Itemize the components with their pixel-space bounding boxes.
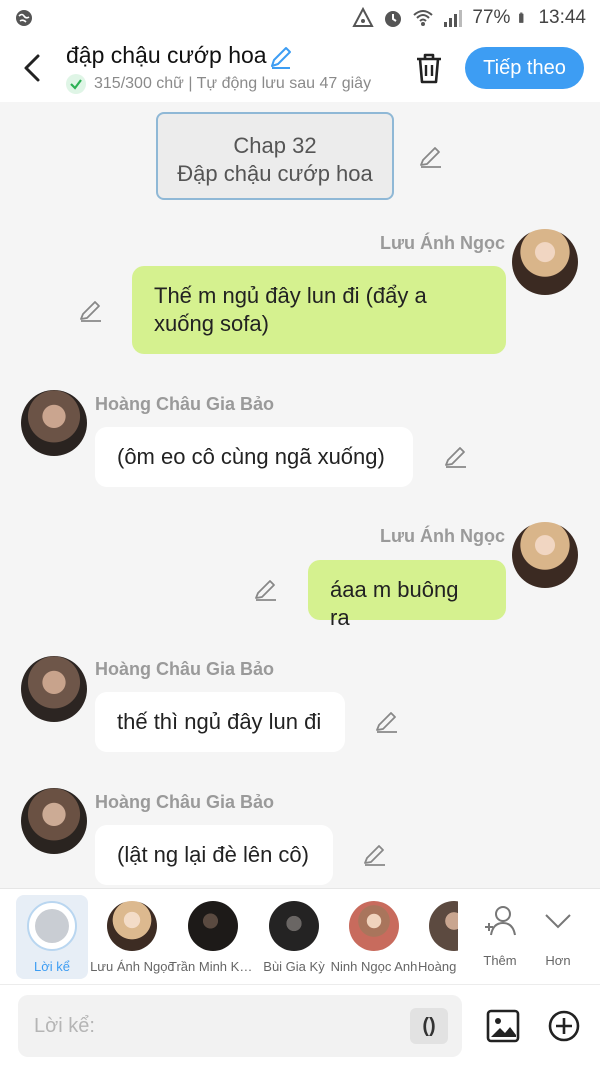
- edit-message-icon[interactable]: [78, 298, 104, 324]
- message-bubble[interactable]: (ôm eo cô cùng ngã xuống): [95, 427, 413, 487]
- character-item[interactable]: Lưu Ánh Ngọc: [90, 895, 174, 979]
- avatar: [429, 901, 458, 951]
- battery-percent: 77%: [472, 7, 511, 28]
- globe-icon: [16, 10, 32, 26]
- character-label: Hoàng Châu Gia Bảo: [418, 959, 458, 974]
- character-label: Ninh Ngọc Anh: [330, 959, 418, 974]
- character-label: Lưu Ánh Ngọc: [90, 959, 174, 974]
- character-item[interactable]: Trần Minh Khang: [169, 895, 257, 979]
- editor-header: đập chậu cướp hoa 315/300 chữ | Tự động …: [0, 36, 600, 102]
- character-item[interactable]: Ninh Ngọc Anh: [331, 895, 417, 979]
- sender-name: Hoàng Châu Gia Bảo: [95, 394, 275, 414]
- avatar: [107, 901, 157, 951]
- input-container: (): [18, 995, 462, 1057]
- avatar[interactable]: [21, 788, 87, 854]
- message-bubble[interactable]: (lật ng lại đè lên cô): [95, 825, 333, 885]
- sender-name: Hoàng Châu Gia Bảo: [95, 792, 275, 812]
- next-button[interactable]: Tiếp theo: [465, 47, 584, 89]
- add-user-icon: [485, 906, 516, 936]
- chapter-number: Chap 32: [233, 133, 317, 158]
- avatar: [188, 901, 238, 951]
- image-icon[interactable]: [486, 1009, 520, 1043]
- parenthesis-button[interactable]: (): [410, 1008, 448, 1044]
- signal-icon: [444, 10, 463, 27]
- avatar: [269, 901, 319, 951]
- message-bubble[interactable]: Thế m ngủ đây lun đi (đẩy a xuống sofa): [132, 266, 506, 354]
- edit-title-icon[interactable]: [268, 44, 294, 70]
- add-circle-icon[interactable]: [547, 1009, 581, 1043]
- edit-message-icon[interactable]: [443, 444, 469, 470]
- edit-message-icon[interactable]: [374, 709, 400, 735]
- avatar[interactable]: [512, 229, 578, 295]
- avatar[interactable]: [21, 656, 87, 722]
- character-label: Trần Minh Khang: [169, 959, 257, 974]
- avatar[interactable]: [512, 522, 578, 588]
- avatar[interactable]: [21, 390, 87, 456]
- character-narrator[interactable]: Lời kể: [16, 895, 88, 979]
- sender-name: Hoàng Châu Gia Bảo: [95, 659, 275, 679]
- chat-area: Chap 32 Đập chậu cướp hoa Lưu Ánh Ngọc T…: [0, 102, 600, 888]
- saved-check-icon: [66, 74, 86, 94]
- more-button[interactable]: Hơn: [522, 895, 594, 979]
- message-bubble[interactable]: thế thì ngủ đây lun đi: [95, 692, 345, 752]
- chevron-down-icon: [545, 914, 571, 929]
- word-count-text: 315/300 chữ | Tự động lưu sau 47 giây: [94, 75, 372, 92]
- trash-icon[interactable]: [412, 50, 446, 86]
- character-bar: Lời kể Lưu Ánh Ngọc Trần Minh Khang Bùi …: [0, 888, 600, 984]
- character-item[interactable]: Bùi Gia Kỳ: [258, 895, 330, 979]
- word-count-status: 315/300 chữ | Tự động lưu sau 47 giây: [66, 74, 392, 94]
- avatar: [349, 901, 399, 951]
- back-icon[interactable]: [18, 48, 48, 88]
- wifi-icon: [413, 10, 434, 26]
- sender-name: Lưu Ánh Ngọc: [379, 526, 505, 546]
- narrator-icon: [27, 901, 77, 951]
- story-title: đập chậu cướp hoa: [66, 42, 267, 68]
- data-saver-icon: [352, 7, 375, 27]
- alarm-icon: [385, 11, 402, 27]
- message-bubble[interactable]: áaa m buông ra: [308, 560, 506, 630]
- edit-message-icon[interactable]: [362, 842, 388, 868]
- character-item[interactable]: Hoàng Châu Gia Bảo: [418, 895, 458, 979]
- input-bar: (): [0, 984, 600, 1067]
- edit-chapter-icon[interactable]: [418, 144, 444, 170]
- chapter-title: Đập chậu cướp hoa: [177, 161, 373, 186]
- sender-name: Lưu Ánh Ngọc: [379, 233, 505, 253]
- chapter-card[interactable]: Chap 32 Đập chậu cướp hoa: [156, 112, 394, 200]
- narration-input[interactable]: [18, 995, 398, 1057]
- battery-icon: [519, 12, 524, 23]
- clock-time: 13:44: [538, 7, 586, 28]
- edit-message-icon[interactable]: [253, 577, 279, 603]
- character-label: Bùi Gia Kỳ: [263, 959, 325, 974]
- character-label: Lời kể: [34, 959, 70, 974]
- more-label: Hơn: [545, 953, 571, 968]
- status-bar: 77% 13:44: [0, 0, 600, 36]
